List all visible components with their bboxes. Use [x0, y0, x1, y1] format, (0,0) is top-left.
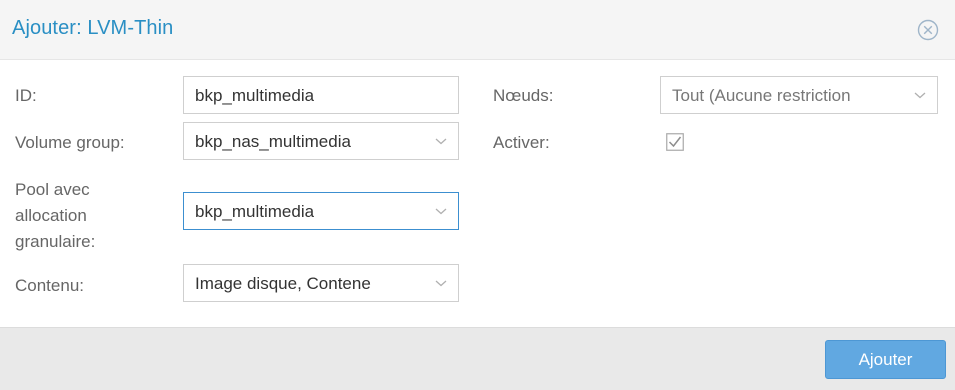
dialog-footer: Ajouter [0, 327, 955, 390]
add-button[interactable]: Ajouter [825, 340, 946, 379]
pool-value: bkp_multimedia [195, 202, 315, 221]
close-icon[interactable] [917, 19, 939, 41]
volume-group-label: Volume group: [15, 133, 125, 152]
content-value: Image disque, Contene [195, 274, 371, 293]
enable-label: Activer: [493, 133, 550, 152]
chevron-down-icon[interactable] [435, 278, 447, 288]
volume-group-value: bkp_nas_multimedia [195, 132, 351, 151]
pool-label-line1: Pool avec [15, 180, 90, 199]
id-label: ID: [15, 86, 37, 105]
pool-label-line2: allocation [15, 206, 87, 225]
pool-select[interactable]: bkp_multimedia [183, 192, 459, 230]
dialog-header: Ajouter: LVM-Thin [0, 0, 955, 60]
dialog-title: Ajouter: LVM-Thin [12, 17, 174, 39]
content-label: Contenu: [15, 276, 84, 295]
nodes-value: Tout (Aucune restriction [672, 86, 851, 105]
chevron-down-icon[interactable] [435, 136, 447, 146]
enable-checkbox[interactable] [666, 133, 684, 151]
nodes-select[interactable]: Tout (Aucune restriction [660, 76, 938, 114]
chevron-down-icon[interactable] [435, 206, 447, 216]
id-value: bkp_multimedia [195, 86, 315, 105]
volume-group-select[interactable]: bkp_nas_multimedia [183, 122, 459, 160]
pool-label-line3: granulaire: [15, 232, 96, 251]
content-select[interactable]: Image disque, Contene [183, 264, 459, 302]
nodes-label: Nœuds: [493, 86, 554, 105]
add-lvm-thin-dialog: Ajouter: LVM-Thin ID: bkp_multimedia Vol… [0, 0, 955, 390]
id-field[interactable]: bkp_multimedia [183, 76, 459, 114]
chevron-down-icon[interactable] [914, 90, 926, 100]
